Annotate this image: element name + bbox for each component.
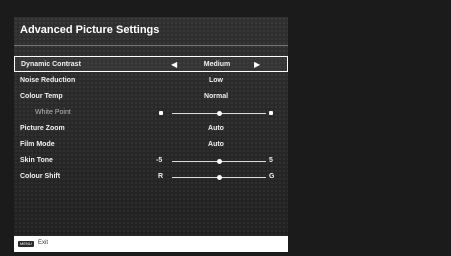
panel-title: Advanced Picture Settings bbox=[20, 24, 160, 36]
skin-tone-max-label: 5 bbox=[269, 157, 273, 164]
dynamic-contrast-label: Dynamic Contrast bbox=[21, 61, 81, 68]
colour-temp-value: Normal bbox=[203, 93, 229, 100]
skin-tone-min-label: -5 bbox=[156, 157, 163, 164]
white-point-knob[interactable] bbox=[217, 111, 222, 116]
picture-zoom-value: Auto bbox=[208, 125, 224, 132]
advanced-picture-settings-panel: Advanced Picture Settings Dynamic Contra… bbox=[14, 17, 288, 252]
exit-label: Exit bbox=[38, 240, 49, 246]
film-mode-value: Auto bbox=[208, 141, 224, 148]
colour-shift-row[interactable]: Colour Shift R G bbox=[14, 169, 288, 185]
right-arrow-icon[interactable]: ▶ bbox=[254, 60, 260, 69]
noise-reduction-row[interactable]: Noise Reduction Low bbox=[14, 73, 288, 89]
film-mode-label: Film Mode bbox=[20, 141, 55, 148]
white-point-min-icon bbox=[159, 111, 163, 115]
noise-reduction-label: Noise Reduction bbox=[20, 77, 76, 84]
colour-temp-row[interactable]: Colour Temp Normal bbox=[14, 89, 288, 105]
tv-screen: Advanced Picture Settings Dynamic Contra… bbox=[0, 0, 451, 256]
white-point-label: White Point bbox=[35, 109, 71, 116]
colour-shift-label: Colour Shift bbox=[20, 173, 61, 180]
colour-shift-min-label: R bbox=[158, 173, 164, 180]
colour-shift-knob[interactable] bbox=[217, 175, 222, 180]
film-mode-row[interactable]: Film Mode Auto bbox=[14, 137, 288, 153]
noise-reduction-value: Low bbox=[209, 77, 223, 84]
skin-tone-knob[interactable] bbox=[217, 159, 222, 164]
menu-key-icon[interactable]: MENU bbox=[18, 241, 34, 247]
dynamic-contrast-row[interactable]: Dynamic Contrast ◀ Medium ▶ bbox=[14, 56, 288, 72]
title-divider bbox=[14, 45, 288, 46]
white-point-row[interactable]: White Point bbox=[14, 105, 288, 121]
skin-tone-slider[interactable] bbox=[172, 159, 266, 164]
white-point-max-icon bbox=[269, 111, 273, 115]
white-point-slider[interactable] bbox=[172, 111, 266, 116]
picture-zoom-row[interactable]: Picture Zoom Auto bbox=[14, 121, 288, 137]
picture-zoom-label: Picture Zoom bbox=[20, 125, 65, 132]
colour-shift-slider[interactable] bbox=[172, 175, 266, 180]
skin-tone-label: Skin Tone bbox=[20, 157, 53, 164]
footer-bar: MENU Exit bbox=[14, 236, 288, 252]
skin-tone-row[interactable]: Skin Tone -5 5 bbox=[14, 153, 288, 169]
colour-shift-max-label: G bbox=[269, 173, 275, 180]
colour-temp-label: Colour Temp bbox=[20, 93, 63, 100]
